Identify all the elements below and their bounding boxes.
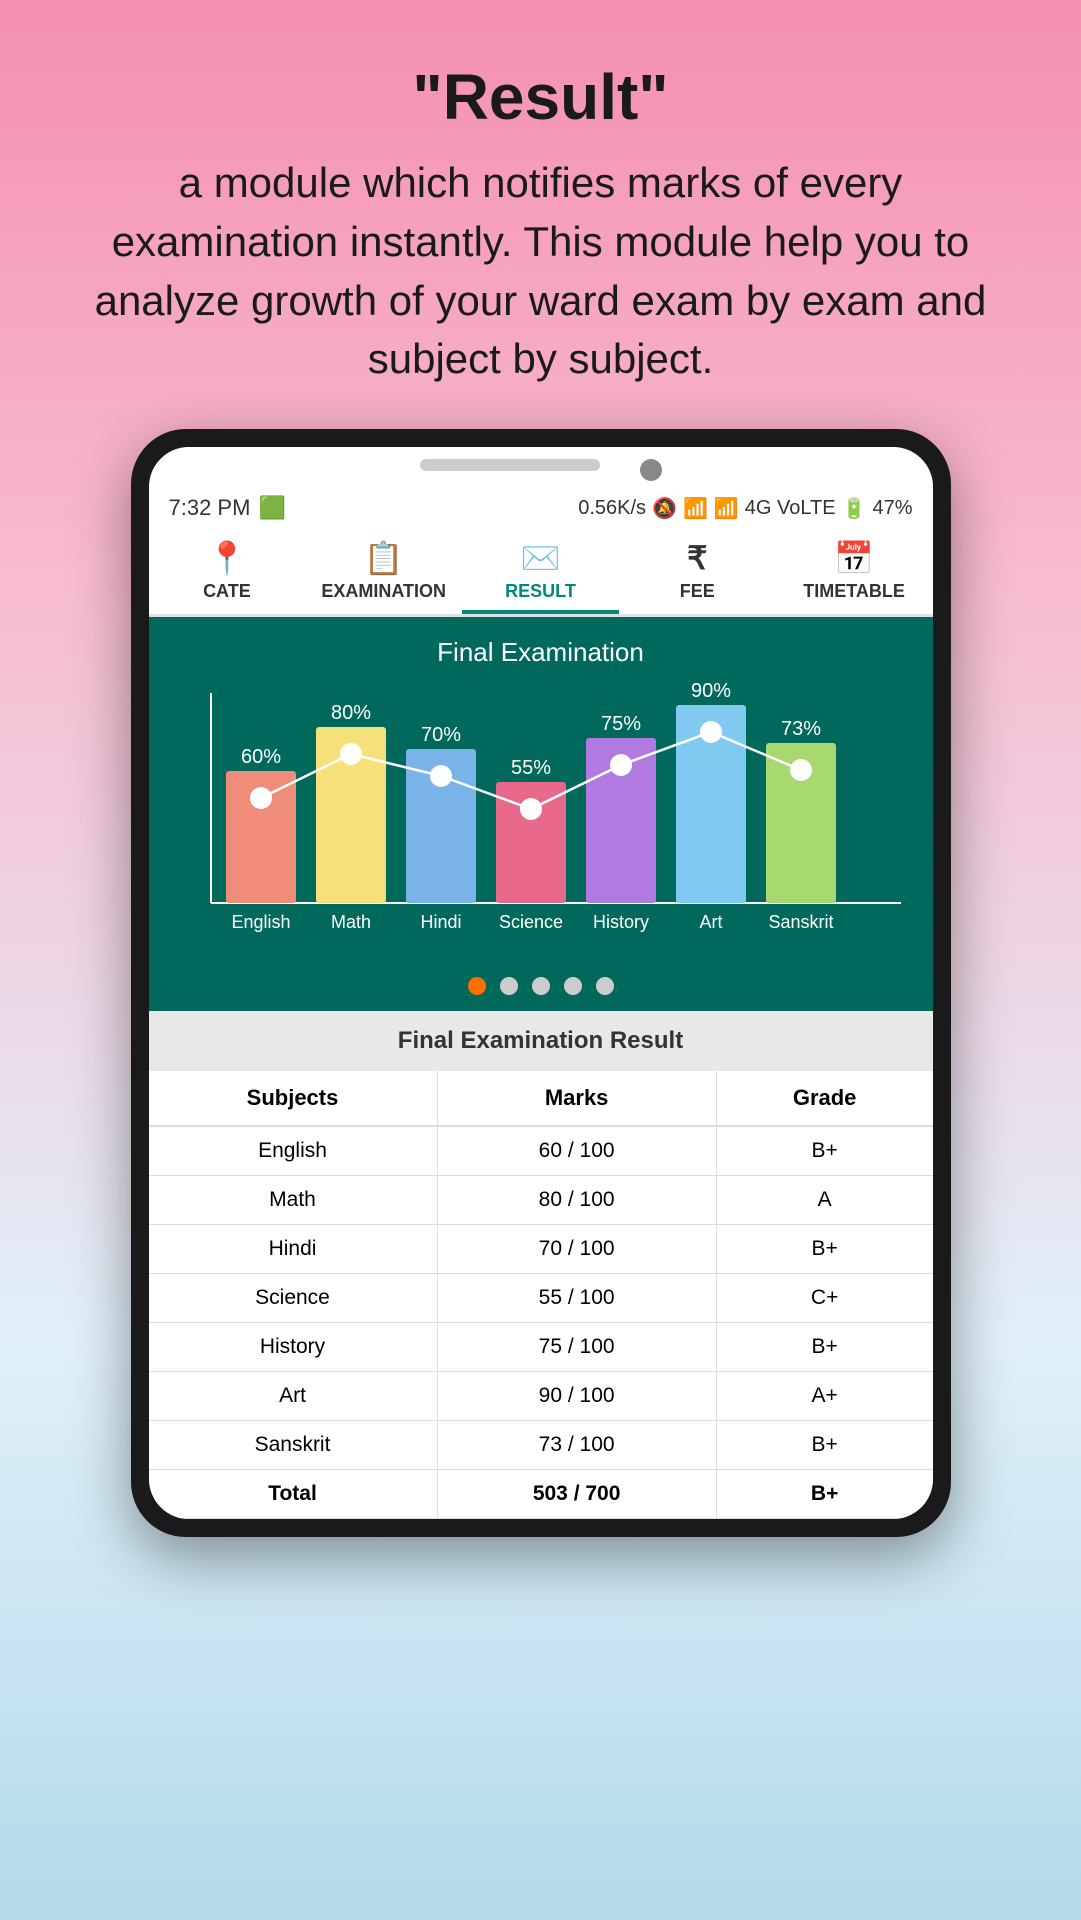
cell-subject: Math	[149, 1176, 438, 1225]
cell-marks: 60 / 100	[437, 1126, 716, 1176]
chart-dot-3[interactable]	[532, 977, 550, 995]
cell-marks: 90 / 100	[437, 1372, 716, 1421]
battery-level: 47%	[872, 497, 912, 520]
col-header-marks: Marks	[437, 1071, 716, 1126]
svg-text:75%: 75%	[600, 713, 640, 735]
table-row: Hindi70 / 100B+	[149, 1225, 933, 1274]
svg-text:73%: 73%	[780, 718, 820, 740]
svg-text:80%: 80%	[330, 702, 370, 724]
chart-dot-1[interactable]	[468, 977, 486, 995]
col-header-subjects: Subjects	[149, 1071, 438, 1126]
timetable-icon: 📅	[834, 539, 874, 577]
col-header-grade: Grade	[716, 1071, 932, 1126]
cell-marks: 70 / 100	[437, 1225, 716, 1274]
svg-text:Science: Science	[498, 912, 562, 932]
svg-text:History: History	[592, 912, 648, 932]
cell-marks: 80 / 100	[437, 1176, 716, 1225]
wifi-icon: 📶	[683, 496, 708, 521]
nav-bar: 📍 CATE 📋 EXAMINATION ✉️ RESULT ₹ FEE 📅 T…	[149, 527, 933, 617]
chart-pagination	[169, 963, 913, 1001]
cell-subject: Science	[149, 1274, 438, 1323]
cell-grade: B+	[716, 1323, 932, 1372]
page-subtitle: a module which notifies marks of every e…	[95, 159, 987, 382]
cell-grade: B+	[716, 1421, 932, 1470]
battery-icon: 🔋	[842, 496, 867, 521]
network-type: 4G VoLTE	[745, 497, 836, 520]
phone-top-bar	[149, 447, 933, 489]
nav-label-fee: FEE	[680, 581, 715, 602]
result-table-title: Final Examination Result	[149, 1011, 933, 1071]
svg-text:55%: 55%	[510, 757, 550, 779]
cell-subject: Art	[149, 1372, 438, 1421]
svg-text:60%: 60%	[240, 746, 280, 768]
cell-grade: A+	[716, 1372, 932, 1421]
svg-text:Math: Math	[330, 912, 370, 932]
nav-item-examination[interactable]: 📋 EXAMINATION	[305, 527, 462, 614]
status-right: 0.56K/s 🔕 📶 📶 4G VoLTE 🔋 47%	[578, 496, 912, 521]
bar-chart: 60% English 80% Math 70% Hindi 55% Scien…	[169, 683, 913, 963]
table-row: Math80 / 100A	[149, 1176, 933, 1225]
nav-item-timetable[interactable]: 📅 TIMETABLE	[776, 527, 933, 614]
nav-item-certificate[interactable]: 📍 CATE	[149, 527, 306, 614]
signal-icon: 📶	[714, 496, 739, 521]
svg-text:Art: Art	[699, 912, 722, 932]
cell-subject: Sanskrit	[149, 1421, 438, 1470]
status-left: 7:32 PM 🟩	[169, 495, 286, 521]
network-speed: 0.56K/s	[578, 497, 646, 520]
cell-subject: English	[149, 1126, 438, 1176]
result-table: Subjects Marks Grade English60 / 100B+Ma…	[149, 1071, 933, 1519]
page-title: "Result"	[80, 60, 1001, 134]
status-bar: 7:32 PM 🟩 0.56K/s 🔕 📶 📶 4G VoLTE 🔋 47%	[149, 489, 933, 527]
result-section: Final Examination Result Subjects Marks …	[149, 1011, 933, 1519]
cell-subject: History	[149, 1323, 438, 1372]
cell-grade: B+	[716, 1225, 932, 1274]
examination-icon: 📋	[364, 539, 404, 577]
chart-dot-5[interactable]	[596, 977, 614, 995]
fee-icon: ₹	[687, 539, 707, 577]
result-icon: ✉️	[521, 539, 561, 577]
cell-grade: B+	[716, 1470, 932, 1519]
table-row: Science55 / 100C+	[149, 1274, 933, 1323]
svg-text:70%: 70%	[420, 724, 460, 746]
chart-dot-4[interactable]	[564, 977, 582, 995]
status-app-icon: 🟩	[258, 495, 285, 521]
certificate-icon: 📍	[207, 539, 247, 577]
table-header-row: Subjects Marks Grade	[149, 1071, 933, 1126]
chart-section: Final Examination 60% English 80% Math	[149, 617, 933, 1011]
nav-label-examination: EXAMINATION	[321, 581, 446, 602]
cell-marks: 73 / 100	[437, 1421, 716, 1470]
nav-item-fee[interactable]: ₹ FEE	[619, 527, 776, 614]
nav-label-result: RESULT	[505, 581, 576, 602]
table-row: History75 / 100B+	[149, 1323, 933, 1372]
svg-text:English: English	[231, 912, 290, 932]
phone-speaker	[420, 459, 600, 471]
table-row: Total503 / 700B+	[149, 1470, 933, 1519]
header-section: "Result" a module which notifies marks o…	[0, 0, 1081, 429]
phone-camera	[640, 459, 662, 481]
nav-label-timetable: TIMETABLE	[803, 581, 905, 602]
cell-marks: 55 / 100	[437, 1274, 716, 1323]
chart-container: 60% English 80% Math 70% Hindi 55% Scien…	[169, 683, 913, 963]
cell-subject: Total	[149, 1470, 438, 1519]
nav-item-result[interactable]: ✉️ RESULT	[462, 527, 619, 614]
cell-grade: C+	[716, 1274, 932, 1323]
phone-screen: 7:32 PM 🟩 0.56K/s 🔕 📶 📶 4G VoLTE 🔋 47% 📍…	[149, 447, 933, 1519]
table-row: Sanskrit73 / 100B+	[149, 1421, 933, 1470]
table-row: Art90 / 100A+	[149, 1372, 933, 1421]
phone-mockup: 7:32 PM 🟩 0.56K/s 🔕 📶 📶 4G VoLTE 🔋 47% 📍…	[131, 429, 951, 1537]
cell-grade: A	[716, 1176, 932, 1225]
table-row: English60 / 100B+	[149, 1126, 933, 1176]
cell-subject: Hindi	[149, 1225, 438, 1274]
svg-text:Hindi: Hindi	[420, 912, 461, 932]
svg-text:90%: 90%	[690, 683, 730, 702]
status-time: 7:32 PM	[169, 495, 251, 521]
cell-marks: 75 / 100	[437, 1323, 716, 1372]
chart-dot-2[interactable]	[500, 977, 518, 995]
nav-label-certificate: CATE	[203, 581, 251, 602]
svg-text:Sanskrit: Sanskrit	[768, 912, 833, 932]
mute-icon: 🔕	[652, 496, 677, 521]
cell-marks: 503 / 700	[437, 1470, 716, 1519]
cell-grade: B+	[716, 1126, 932, 1176]
chart-title: Final Examination	[169, 637, 913, 668]
